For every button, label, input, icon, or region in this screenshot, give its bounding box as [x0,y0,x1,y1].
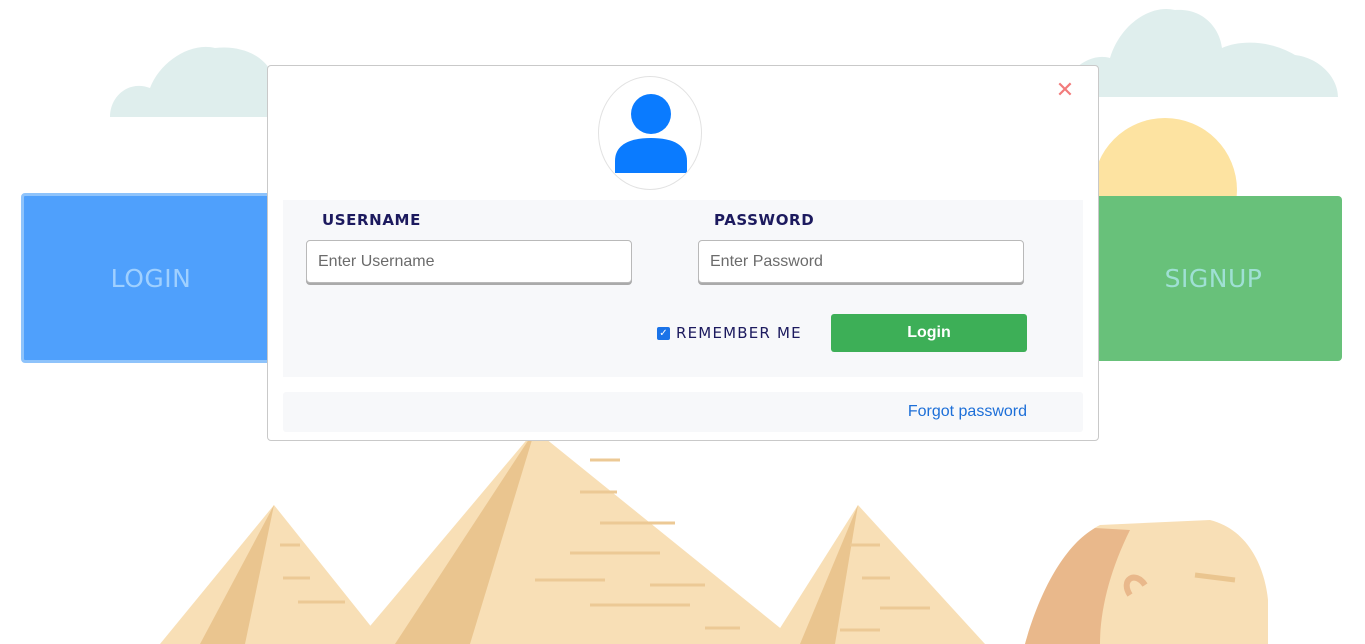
username-input[interactable] [306,240,632,283]
avatar [598,76,702,190]
pyramid-1 [160,505,385,644]
password-input[interactable] [698,240,1024,283]
remember-me-checkbox[interactable]: ✓ [657,326,670,340]
password-label: PASSWORD [714,211,815,229]
close-icon[interactable]: ✕ [1054,80,1076,102]
remember-me: ✓ REMEMBER ME [657,324,802,342]
signup-tile[interactable]: SIGNUP [1085,196,1342,361]
forgot-password-link[interactable]: Forgot password [908,403,1027,421]
pyramid-3 [770,505,985,644]
username-label: USERNAME [322,211,421,229]
cloud-right [1060,8,1338,97]
user-icon [615,94,687,173]
login-tile[interactable]: LOGIN [21,193,281,363]
modal-footer: Forgot password [283,392,1083,432]
login-modal: ✕ USERNAME PASSWORD ✓ REMEMBER ME Login … [267,65,1099,441]
login-button[interactable]: Login [831,314,1027,352]
remember-me-label: REMEMBER ME [676,324,802,342]
login-form: USERNAME PASSWORD ✓ REMEMBER ME Login [283,200,1083,377]
